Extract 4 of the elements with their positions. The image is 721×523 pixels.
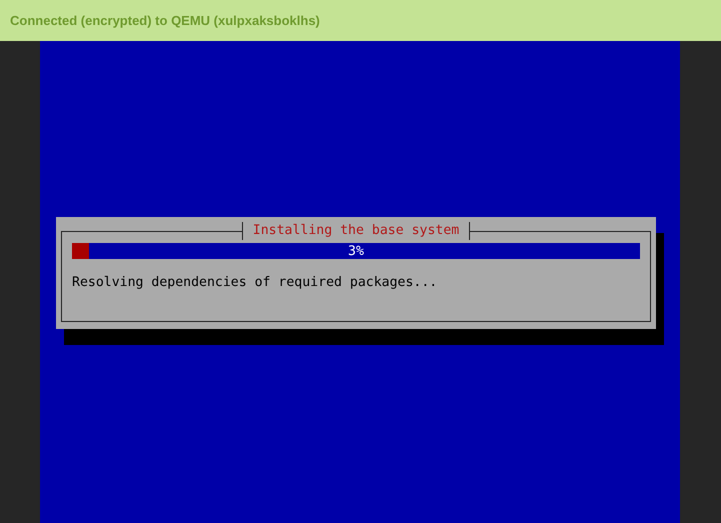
progress-message: Resolving dependencies of required packages... <box>72 275 438 290</box>
dialog-title: Installing the base system <box>242 222 470 240</box>
connection-status-text: Connected (encrypted) to QEMU (xulpxaksboklhs) <box>10 13 320 28</box>
progress-percentage: 3% <box>348 244 364 258</box>
